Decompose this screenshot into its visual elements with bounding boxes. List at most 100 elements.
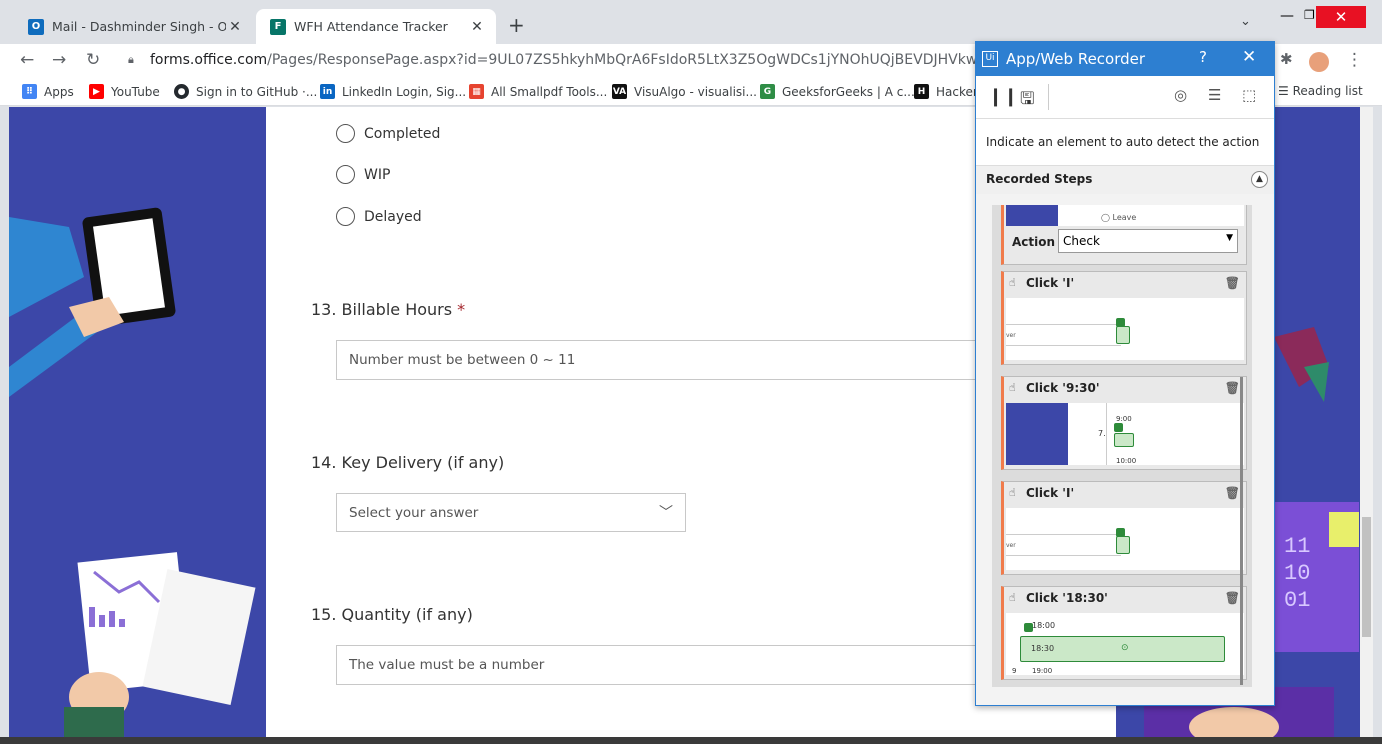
new-tab-button[interactable]: + [508, 13, 525, 37]
radio-icon[interactable] [336, 207, 355, 226]
dropdown-placeholder: Select your answer [349, 505, 479, 521]
thumb-text: 18:00 [1032, 621, 1056, 630]
url-host: forms.office.com [150, 52, 268, 68]
restore-icon[interactable]: ❐ [1304, 8, 1315, 22]
close-icon[interactable]: ✕ [1242, 47, 1256, 67]
trash-icon[interactable]: 🗑︎ [1225, 381, 1240, 395]
bookmark-github[interactable]: ● Sign in to GitHub ·... [174, 84, 317, 99]
help-icon[interactable]: ? [1199, 48, 1207, 66]
address-bar[interactable]: forms.office.com/Pages/ResponsePage.aspx… [150, 52, 1083, 68]
click-icon: ☝ [1009, 276, 1016, 289]
trash-icon[interactable]: 🗑︎ [1225, 591, 1240, 605]
step-title: Click '18:30' [1026, 591, 1108, 605]
trash-icon[interactable]: 🗑︎ [1225, 486, 1240, 500]
geeksforgeeks-icon: G [760, 84, 775, 99]
forward-icon[interactable]: → [52, 50, 66, 70]
step-click-i[interactable]: ☝ Click 'I' 🗑︎ ver [1001, 271, 1247, 365]
step-click-930[interactable]: ☝ Click '9:30' 🗑︎ 7. 9:00 10:00 [1001, 376, 1247, 470]
lock-icon[interactable]: 🔒︎ [128, 53, 134, 67]
thumb-text: 9:00 [1116, 415, 1132, 423]
reload-icon[interactable]: ↻ [86, 50, 100, 70]
step-check[interactable]: ◯ Leave Action Check ▼ [1001, 205, 1247, 265]
bookmark-smallpdf[interactable]: ▦ All Smallpdf Tools... [469, 84, 607, 99]
page-scrollbar[interactable] [1360, 107, 1373, 737]
back-icon[interactable]: ← [20, 50, 34, 70]
tab-mail[interactable]: O Mail - Dashminder Singh - Outlo ✕ [14, 9, 254, 44]
svg-text:11: 11 [1284, 534, 1310, 559]
step-title: Click 'I' [1026, 486, 1075, 500]
pause-icon[interactable]: ❙❙ [988, 86, 1018, 107]
bookmark-apps[interactable]: ⠿ Apps [22, 84, 74, 99]
radio-icon[interactable] [336, 165, 355, 184]
required-marker: * [457, 300, 466, 319]
tab-wfh-tracker[interactable]: F WFH Attendance Tracker ✕ [256, 9, 496, 44]
click-icon: ☝ [1009, 486, 1016, 499]
option-delayed[interactable]: Delayed [336, 207, 422, 226]
input-placeholder: Number must be between 0 ~ 11 [349, 352, 576, 368]
close-tab-icon[interactable]: ✕ [468, 19, 486, 35]
window-close-button[interactable]: ✕ [1316, 6, 1366, 28]
recorder-titlebar: Ui App/Web Recorder ? ✕ [976, 42, 1274, 76]
reading-list-button[interactable]: ☰ Reading list [1278, 84, 1363, 98]
click-icon: ☝ [1009, 591, 1016, 604]
target-icon: ⊙ [1121, 643, 1129, 653]
bookmark-geeksforgeeks[interactable]: G GeeksforGeeks | A c... [760, 84, 915, 99]
extensions-icon[interactable]: ✱ [1280, 50, 1293, 68]
option-wip[interactable]: WIP [336, 165, 390, 184]
step-click-i-2[interactable]: ☝ Click 'I' 🗑︎ ver [1001, 481, 1247, 575]
question-number: 15. [311, 605, 337, 624]
avatar[interactable] [1309, 52, 1329, 72]
target-highlight [1114, 433, 1134, 447]
collapse-icon[interactable]: ▲ [1251, 171, 1268, 188]
tab-search-icon[interactable]: ⌄ [1240, 14, 1251, 29]
uipath-logo-icon: Ui [982, 51, 998, 67]
recorder-instructions: Indicate an element to auto detect the a… [976, 119, 1274, 166]
quantity-input[interactable]: The value must be a number [336, 645, 986, 685]
linkedin-icon: in [320, 84, 335, 99]
bookmark-visualgo[interactable]: VA VisuAlgo - visualisi... [612, 84, 757, 99]
recorder-title: App/Web Recorder [1006, 50, 1146, 68]
target-highlight [1116, 536, 1130, 554]
app-web-recorder-window: Ui App/Web Recorder ? ✕ ❙❙ 🖫︎ ◎ ☰ ⬚ Indi… [975, 41, 1275, 706]
option-completed[interactable]: Completed [336, 124, 440, 143]
bookmark-hackerrank[interactable]: H Hacker [914, 84, 978, 99]
target-icon[interactable]: ◎ [1174, 86, 1187, 104]
key-delivery-dropdown[interactable]: Select your answer ﹀ [336, 493, 686, 532]
option-label: WIP [364, 166, 391, 183]
save-icon[interactable]: 🖫︎ [1020, 86, 1034, 115]
bookmark-label: All Smallpdf Tools... [491, 84, 608, 99]
reading-list-label: Reading list [1292, 84, 1363, 98]
action-value: Check [1063, 234, 1100, 248]
screen-select-icon[interactable]: ⬚ [1242, 86, 1256, 104]
bookmark-linkedin[interactable]: in LinkedIn Login, Sig... [320, 84, 466, 99]
step-thumbnail: 18:00 18:30 ⊙ 9 19:00 [1006, 613, 1244, 675]
youtube-icon: ▶ [89, 84, 104, 99]
chevron-down-icon: ﹀ [659, 505, 673, 521]
forms-icon: F [270, 18, 286, 35]
billable-hours-input[interactable]: Number must be between 0 ~ 11 [336, 340, 986, 380]
list-icon[interactable]: ☰ [1208, 86, 1221, 104]
recorder-scrollbar[interactable] [1240, 377, 1243, 685]
step-click-1830[interactable]: ☝ Click '18:30' 🗑︎ 18:00 18:30 ⊙ 9 19:00 [1001, 586, 1247, 680]
tab-title: WFH Attendance Tracker [294, 19, 448, 34]
question-number: 13. [311, 300, 337, 319]
option-label: Delayed [364, 208, 422, 225]
close-tab-icon[interactable]: ✕ [226, 19, 244, 35]
radio-icon[interactable] [336, 124, 355, 143]
thumb-text: 18:30 [1031, 644, 1055, 653]
step-thumbnail: ver [1006, 508, 1244, 570]
menu-icon[interactable]: ⋮ [1346, 50, 1363, 70]
trash-icon[interactable]: 🗑︎ [1225, 276, 1240, 290]
bookmark-youtube[interactable]: ▶ YouTube [89, 84, 160, 99]
tablet-illustration [9, 207, 176, 397]
scrollbar-thumb[interactable] [1362, 517, 1371, 637]
step-title: Click 'I' [1026, 276, 1075, 290]
github-icon: ● [174, 84, 189, 99]
question-13-title: 13. Billable Hours * [311, 300, 465, 319]
thumb-text: 7. [1098, 429, 1106, 438]
action-select[interactable]: Check ▼ [1058, 229, 1238, 253]
bookmark-label: LinkedIn Login, Sig... [342, 84, 467, 99]
step-header: ☝ Click '9:30' 🗑︎ [1004, 377, 1246, 401]
step-thumbnail: ◯ Leave [1006, 205, 1244, 226]
minimize-icon[interactable]: — [1280, 8, 1294, 24]
